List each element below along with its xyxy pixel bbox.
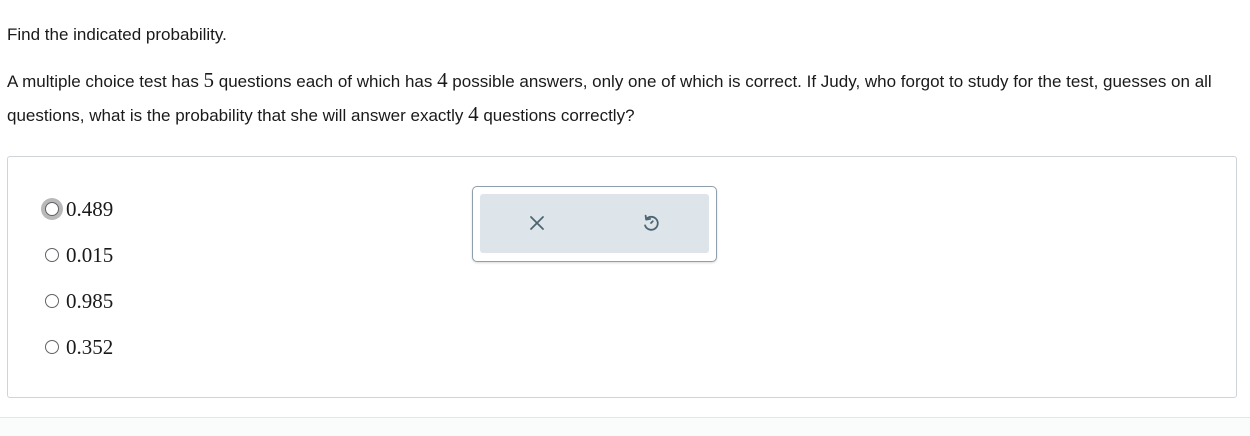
radio-button[interactable] xyxy=(45,294,59,308)
radio-button[interactable] xyxy=(45,340,59,354)
question-count: 5 xyxy=(203,68,215,92)
choice-label: 0.489 xyxy=(66,197,114,221)
instruction-text: Find the indicated probability. xyxy=(7,25,227,44)
reset-answer-button[interactable] xyxy=(638,210,664,236)
choice-label: 0.352 xyxy=(66,335,114,359)
radio-button[interactable] xyxy=(45,202,59,216)
choice-option-d[interactable]: 0.352 xyxy=(41,334,113,360)
choice-option-a[interactable]: 0.489 xyxy=(41,196,113,222)
undo-icon xyxy=(644,214,659,231)
radio-button[interactable] xyxy=(45,248,59,262)
choice-label: 0.015 xyxy=(66,243,114,267)
clear-answer-button[interactable] xyxy=(524,210,550,236)
choice-label: 0.985 xyxy=(66,289,114,313)
close-icon xyxy=(530,216,544,230)
question-text-part: questions correctly? xyxy=(478,106,635,125)
question-text: A multiple choice test has 5 questions e… xyxy=(7,64,1232,132)
choice-option-b[interactable]: 0.015 xyxy=(41,242,113,268)
bottom-strip xyxy=(0,418,1250,436)
question-text-part: A multiple choice test has xyxy=(7,72,204,91)
answer-toolbar xyxy=(472,186,717,262)
correct-count: 4 xyxy=(468,102,479,126)
toolbar-button-group xyxy=(480,194,709,253)
answer-count: 4 xyxy=(437,68,448,92)
choice-option-c[interactable]: 0.985 xyxy=(41,288,113,314)
question-text-part: questions each of which has xyxy=(214,72,438,91)
